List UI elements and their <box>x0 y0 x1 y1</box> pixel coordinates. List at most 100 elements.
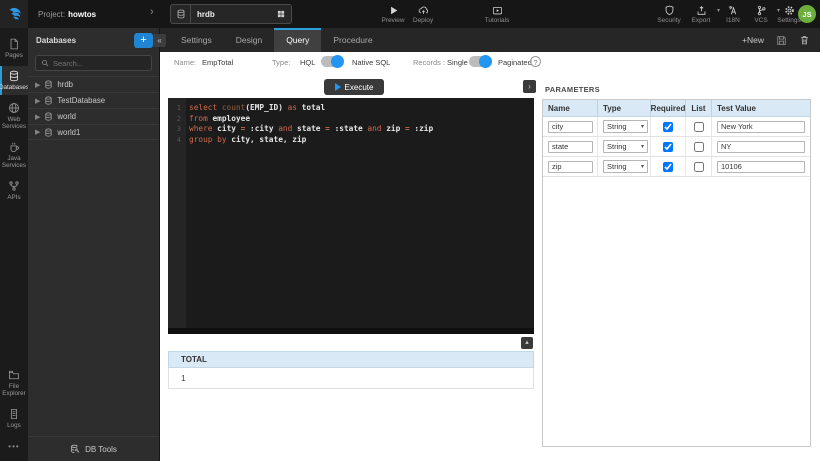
code-line: 4 group by city, state, zip <box>168 135 534 146</box>
records-option-single[interactable]: Single <box>447 56 468 70</box>
param-test-value-input[interactable] <box>717 121 805 133</box>
param-type-select[interactable]: String ▾ <box>603 140 648 153</box>
database-icon <box>44 112 53 121</box>
execute-button[interactable]: Execute <box>324 79 384 95</box>
databases-panel: Databases + ▶ hrdb ▶ TestDatabase ▶ worl… <box>28 28 160 461</box>
tree-item-hrdb[interactable]: ▶ hrdb <box>28 76 159 92</box>
sidebar-item-file-explorer[interactable]: File Explorer <box>0 365 28 401</box>
export-button[interactable]: ▾ Export <box>684 2 718 26</box>
tree-item-world1[interactable]: ▶ world1 <box>28 124 159 140</box>
coffee-icon <box>8 141 20 153</box>
param-required-checkbox[interactable] <box>663 142 673 152</box>
parameters-header-row: Name Type Required List Test Value <box>543 100 810 117</box>
translate-icon <box>727 5 739 16</box>
param-required-checkbox[interactable] <box>663 162 673 172</box>
records-toggle[interactable] <box>469 56 491 67</box>
name-label: Name: <box>174 56 196 70</box>
param-test-value-input[interactable] <box>717 161 805 173</box>
project-label: Project: <box>38 10 65 19</box>
project-name: howtos <box>68 10 96 19</box>
tab-bar: « Settings Design Query Procedure +New <box>160 28 820 52</box>
param-required-checkbox[interactable] <box>663 122 673 132</box>
expand-caret-icon[interactable]: ▶ <box>35 97 40 105</box>
play-icon <box>335 83 341 91</box>
expand-caret-icon[interactable]: ▶ <box>35 128 40 136</box>
app-logo[interactable] <box>0 0 28 28</box>
user-avatar[interactable]: JS <box>798 5 816 23</box>
tab-design[interactable]: Design <box>224 28 274 52</box>
deploy-button[interactable]: Deploy <box>406 2 440 26</box>
log-file-icon <box>8 408 20 420</box>
db-tools-icon <box>70 444 80 454</box>
records-option-paginated[interactable]: Paginated <box>498 56 532 70</box>
preview-button[interactable]: Preview <box>376 2 410 26</box>
tab-settings[interactable]: Settings <box>169 28 224 52</box>
gear-icon <box>784 5 795 16</box>
sidebar-item-logs[interactable]: Logs <box>0 404 28 433</box>
new-query-button[interactable]: +New <box>742 35 764 45</box>
type-label: Type: <box>272 56 290 70</box>
tree-item-testdatabase[interactable]: ▶ TestDatabase <box>28 92 159 108</box>
param-list-checkbox[interactable] <box>694 142 704 152</box>
sidebar-item-apis[interactable]: APIs <box>0 176 28 205</box>
param-type-select[interactable]: String ▾ <box>603 120 648 133</box>
param-name-input[interactable] <box>548 121 593 133</box>
param-name-input[interactable] <box>548 141 593 153</box>
database-tree: ▶ hrdb ▶ TestDatabase ▶ world ▶ world1 <box>28 76 159 140</box>
folder-icon <box>8 369 20 381</box>
type-option-hql[interactable]: HQL <box>300 56 315 70</box>
top-bar: Project: howtos › hrdb Preview <box>0 0 820 28</box>
security-button[interactable]: Security <box>652 2 686 26</box>
table-row: String ▾ <box>543 157 810 177</box>
search-input[interactable] <box>53 59 146 68</box>
column-header-test-value: Test Value <box>712 100 810 116</box>
sidebar-item-databases[interactable]: Databases <box>0 66 28 95</box>
database-icon <box>171 5 191 23</box>
results-collapse-button[interactable]: ▴ <box>521 337 533 349</box>
table-row: String ▾ <box>543 117 810 137</box>
db-tools-button[interactable]: DB Tools <box>28 436 159 461</box>
query-name-value[interactable]: EmpTotal <box>202 56 233 70</box>
column-header-type: Type <box>598 100 651 116</box>
code-line: 2 from employee <box>168 114 534 125</box>
database-icon <box>44 96 53 105</box>
app-root: Project: howtos › hrdb Preview <box>0 0 820 461</box>
param-test-value-input[interactable] <box>717 141 805 153</box>
type-option-native-sql[interactable]: Native SQL <box>352 56 390 70</box>
grid-apps-icon[interactable] <box>271 9 291 19</box>
sql-editor[interactable]: 1 select count(EMP_ID) as total 2 from e… <box>168 98 534 334</box>
tab-procedure[interactable]: Procedure <box>321 28 384 52</box>
param-list-checkbox[interactable] <box>694 122 704 132</box>
sidebar-item-pages[interactable]: Pages <box>0 34 28 63</box>
sidebar-item-java-services[interactable]: Java Services <box>0 137 28 173</box>
type-toggle[interactable] <box>321 56 343 67</box>
add-database-button[interactable]: + <box>134 33 153 48</box>
video-icon <box>491 5 504 16</box>
database-icon <box>8 70 20 82</box>
tutorials-button[interactable]: Tutorials <box>480 2 514 26</box>
param-type-select[interactable]: String ▾ <box>603 160 648 173</box>
databases-panel-header: Databases + <box>28 28 159 53</box>
expand-caret-icon[interactable]: ▶ <box>35 81 40 89</box>
param-name-input[interactable] <box>548 161 593 173</box>
expand-caret-icon[interactable]: ▶ <box>35 113 40 121</box>
param-list-checkbox[interactable] <box>694 162 704 172</box>
code-line: 1 select count(EMP_ID) as total <box>168 103 534 114</box>
save-icon <box>776 35 787 46</box>
chevron-right-icon: › <box>150 6 154 18</box>
tab-query[interactable]: Query <box>274 28 321 52</box>
save-button[interactable] <box>776 35 787 46</box>
sidebar-item-web-services[interactable]: Web Services <box>0 98 28 134</box>
db-selector[interactable]: hrdb <box>170 4 292 24</box>
database-search[interactable] <box>35 55 152 71</box>
brand-wave-icon <box>6 6 23 23</box>
toggle-knob <box>331 55 344 68</box>
help-icon[interactable]: ? <box>530 56 541 67</box>
toggle-knob <box>479 55 492 68</box>
panel-collapse-button[interactable]: « <box>153 34 166 47</box>
tree-item-world[interactable]: ▶ world <box>28 108 159 124</box>
branch-icon <box>756 5 767 16</box>
more-options-button[interactable]: ••• <box>0 436 28 461</box>
delete-button[interactable] <box>799 34 810 46</box>
params-expand-button[interactable]: › <box>523 80 536 93</box>
